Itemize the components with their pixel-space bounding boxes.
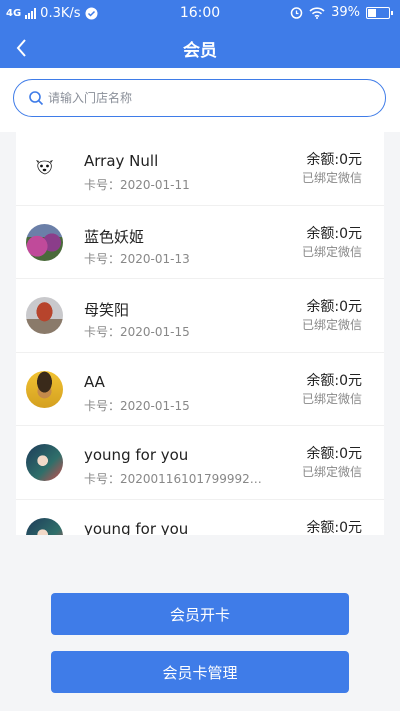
nav-bar: 会员	[0, 28, 400, 68]
balance: 余额:0元	[306, 225, 362, 242]
search-area	[0, 68, 400, 132]
card-number: 卡号：2020-01-13	[84, 251, 190, 266]
card-number: 卡号：2020-01-11	[84, 178, 190, 192]
avatar	[26, 517, 63, 535]
wechat-status: 已绑定微信	[301, 391, 362, 406]
member-name: Array Null	[84, 152, 159, 170]
open-card-button[interactable]: 会员开卡	[51, 593, 349, 635]
card-number: 卡号：2020-01-15	[84, 325, 190, 339]
balance: 余额:0元	[306, 372, 362, 389]
member-item[interactable]: AA 卡号：2020-01-15 余额:0元 已绑定微信	[16, 353, 384, 426]
member-list: Array Null 卡号：2020-01-11 余额:0元 已绑定微信 蓝色妖…	[16, 132, 384, 535]
wechat-status: 已绑定微信	[301, 244, 362, 259]
member-item[interactable]: young for you 卡号：20200116101799992… 余额:0…	[16, 426, 384, 500]
avatar	[26, 444, 63, 481]
dog-icon	[36, 160, 53, 175]
page-title: 会员	[183, 41, 217, 61]
member-item[interactable]: Array Null 卡号：2020-01-11 余额:0元 已绑定微信	[16, 132, 384, 206]
wechat-status: 已绑定微信	[301, 171, 362, 185]
battery-icon	[366, 6, 393, 19]
balance: 余额:0元	[306, 152, 362, 168]
member-item[interactable]: young for you 余额:0元	[16, 500, 384, 536]
balance: 余额:0元	[306, 519, 362, 536]
search-box[interactable]	[13, 79, 386, 117]
search-input[interactable]	[48, 80, 378, 115]
search-icon	[29, 91, 44, 106]
wechat-status: 已绑定微信	[301, 318, 362, 332]
member-name: young for you	[84, 446, 189, 464]
status-bar: 4G 0.3K/s 16:00 39%	[0, 0, 400, 28]
battery-percent: 39%	[331, 5, 360, 20]
alarm-icon	[290, 7, 303, 19]
avatar	[26, 223, 63, 261]
card-number: 卡号：2020-01-15	[84, 398, 190, 413]
member-item[interactable]: 母笑阳 卡号：2020-01-15 余额:0元 已绑定微信	[16, 279, 384, 353]
manage-card-button[interactable]: 会员卡管理	[51, 651, 349, 693]
avatar	[26, 150, 63, 187]
avatar	[26, 370, 63, 408]
avatar	[26, 297, 63, 334]
header: 4G 0.3K/s 16:00 39% 会员	[0, 0, 400, 68]
card-number: 卡号：20200116101799992…	[84, 472, 262, 486]
member-name: 蓝色妖姬	[84, 227, 145, 246]
balance: 余额:0元	[306, 446, 362, 462]
member-name: 母笑阳	[84, 301, 130, 319]
member-item[interactable]: 蓝色妖姬 卡号：2020-01-13 余额:0元 已绑定微信	[16, 206, 384, 279]
balance: 余额:0元	[306, 299, 362, 315]
member-name: AA	[84, 372, 105, 391]
wechat-status: 已绑定微信	[301, 465, 362, 479]
member-name: young for you	[84, 519, 189, 536]
wifi-icon	[309, 6, 325, 19]
